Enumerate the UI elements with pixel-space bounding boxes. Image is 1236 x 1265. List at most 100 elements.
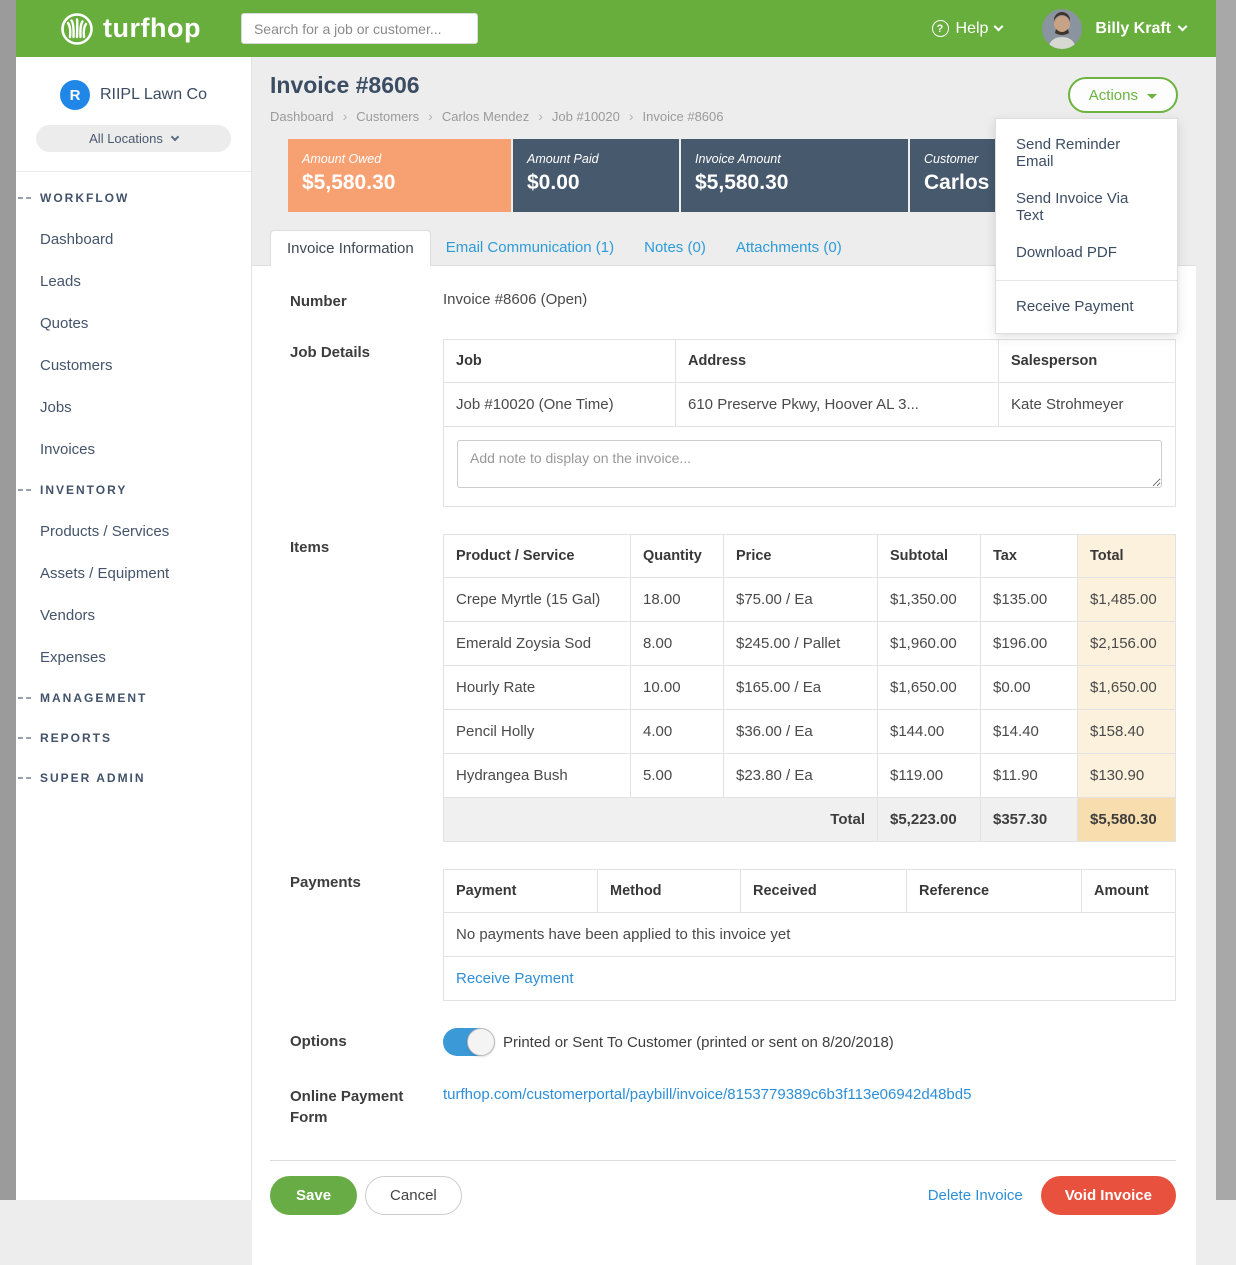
company-header: R RIIPL Lawn Co bbox=[16, 57, 251, 110]
table-cell: $1,650.00 bbox=[878, 666, 981, 710]
table-cell: Kate Strohmeyer bbox=[999, 383, 1176, 427]
column-header-tax: Tax bbox=[981, 535, 1078, 578]
nav-section-reports: REPORTS bbox=[16, 718, 251, 758]
payments-table: PaymentMethodReceivedReferenceAmountNo p… bbox=[443, 869, 1176, 1001]
help-question-icon bbox=[932, 20, 949, 37]
invoice-note-input[interactable] bbox=[457, 440, 1162, 488]
receive-payment-link[interactable]: Receive Payment bbox=[456, 970, 574, 987]
tab-email-communication-1[interactable]: Email Communication (1) bbox=[431, 230, 629, 265]
invoice-note-container bbox=[443, 427, 1176, 507]
sidebar-item-dashboard[interactable]: Dashboard bbox=[40, 218, 251, 260]
sidebar-section-inventory[interactable]: INVENTORY bbox=[16, 470, 251, 510]
payments-empty-message: No payments have been applied to this in… bbox=[444, 913, 1176, 957]
chevron-down-icon bbox=[1178, 22, 1188, 32]
table-cell: Crepe Myrtle (15 Gal) bbox=[444, 578, 631, 622]
table-cell: $11.90 bbox=[981, 754, 1078, 798]
sidebar-section-super-admin[interactable]: SUPER ADMIN bbox=[16, 758, 251, 798]
breadcrumb-item-carlos-mendez[interactable]: Carlos Mendez bbox=[442, 109, 529, 124]
action-send-reminder-email[interactable]: Send Reminder Email bbox=[996, 126, 1177, 180]
chevron-right-icon bbox=[428, 108, 433, 124]
table-header-row: PaymentMethodReceivedReferenceAmount bbox=[444, 870, 1176, 913]
table-row: Hourly Rate10.00$165.00 / Ea$1,650.00$0.… bbox=[444, 666, 1176, 710]
table-cell: $23.80 / Ea bbox=[724, 754, 878, 798]
table-header-row: JobAddressSalesperson bbox=[444, 340, 1176, 383]
chevron-right-icon bbox=[538, 108, 543, 124]
payments-action-row: Receive Payment bbox=[444, 957, 1176, 1001]
cancel-button[interactable]: Cancel bbox=[365, 1176, 462, 1215]
action-receive-payment[interactable]: Receive Payment bbox=[996, 280, 1177, 325]
table-row: Emerald Zoysia Sod8.00$245.00 / Pallet$1… bbox=[444, 622, 1176, 666]
sidebar-item-expenses[interactable]: Expenses bbox=[40, 636, 251, 678]
sidebar-item-products-services[interactable]: Products / Services bbox=[40, 510, 251, 552]
table-cell: $14.40 bbox=[981, 710, 1078, 754]
card-value: $5,580.30 bbox=[695, 171, 894, 195]
action-download-pdf[interactable]: Download PDF bbox=[996, 234, 1177, 271]
top-header-bar: turfhop Help Billy Kraft bbox=[16, 0, 1216, 57]
sidebar-item-vendors[interactable]: Vendors bbox=[40, 594, 251, 636]
table-cell: $130.90 bbox=[1078, 754, 1176, 798]
summary-card-amount-owed: Amount Owed$5,580.30 bbox=[288, 139, 511, 212]
location-filter-dropdown[interactable]: All Locations bbox=[36, 125, 231, 152]
table-cell: Emerald Zoysia Sod bbox=[444, 622, 631, 666]
brand-logo[interactable]: turfhop bbox=[60, 12, 201, 46]
sidebar-item-customers[interactable]: Customers bbox=[40, 344, 251, 386]
table-cell: $245.00 / Pallet bbox=[724, 622, 878, 666]
nav-section-super-admin: SUPER ADMIN bbox=[16, 758, 251, 798]
nav-section-label: SUPER ADMIN bbox=[40, 771, 146, 785]
breadcrumb-item-invoice-8606[interactable]: Invoice #8606 bbox=[643, 109, 724, 124]
payments-row: Payments PaymentMethodReceivedReferenceA… bbox=[270, 869, 1176, 1001]
scrollbar[interactable] bbox=[1216, 0, 1236, 1200]
breadcrumb-item-job-10020[interactable]: Job #10020 bbox=[552, 109, 620, 124]
sidebar-item-invoices[interactable]: Invoices bbox=[40, 428, 251, 470]
turfhop-grass-icon bbox=[60, 12, 94, 46]
table-cell: $158.40 bbox=[1078, 710, 1176, 754]
payments-table-container: PaymentMethodReceivedReferenceAmountNo p… bbox=[443, 869, 1176, 1001]
user-avatar[interactable] bbox=[1042, 9, 1082, 49]
table-cell: Hydrangea Bush bbox=[444, 754, 631, 798]
invoice-number-value: Invoice #8606 (Open) bbox=[443, 291, 587, 308]
action-send-invoice-via-text[interactable]: Send Invoice Via Text bbox=[996, 180, 1177, 234]
table-row: Job #10020 (One Time)610 Preserve Pkwy, … bbox=[444, 383, 1176, 427]
sidebar-item-assets-equipment[interactable]: Assets / Equipment bbox=[40, 552, 251, 594]
save-button[interactable]: Save bbox=[270, 1176, 357, 1215]
void-invoice-button[interactable]: Void Invoice bbox=[1041, 1176, 1176, 1215]
sidebar-item-jobs[interactable]: Jobs bbox=[40, 386, 251, 428]
tab-notes-0[interactable]: Notes (0) bbox=[629, 230, 721, 265]
items-table-container: Product / ServiceQuantityPriceSubtotalTa… bbox=[443, 534, 1176, 842]
tab-invoice-information[interactable]: Invoice Information bbox=[270, 230, 431, 266]
column-header-payment: Payment bbox=[444, 870, 598, 913]
tab-attachments-0[interactable]: Attachments (0) bbox=[721, 230, 857, 265]
nav-section-management: MANAGEMENT bbox=[16, 678, 251, 718]
actions-button-label: Actions bbox=[1089, 87, 1138, 104]
table-cell: $119.00 bbox=[878, 754, 981, 798]
column-header-subtotal: Subtotal bbox=[878, 535, 981, 578]
help-menu[interactable]: Help bbox=[932, 20, 1003, 38]
window-left-gutter bbox=[0, 0, 16, 1200]
breadcrumb-item-customers[interactable]: Customers bbox=[356, 109, 419, 124]
column-header-received: Received bbox=[741, 870, 907, 913]
items-grand-total-value: $5,580.30 bbox=[1078, 798, 1176, 842]
user-menu[interactable]: Billy Kraft bbox=[1095, 20, 1186, 38]
online-payment-link[interactable]: turfhop.com/customerportal/paybill/invoi… bbox=[443, 1083, 971, 1103]
sidebar-section-reports[interactable]: REPORTS bbox=[16, 718, 251, 758]
online-payment-label: Online Payment Form bbox=[270, 1083, 443, 1128]
payments-empty-row: No payments have been applied to this in… bbox=[444, 913, 1176, 957]
breadcrumb-item-dashboard[interactable]: Dashboard bbox=[270, 109, 334, 124]
nav-section-label: WORKFLOW bbox=[40, 191, 129, 205]
location-filter-label: All Locations bbox=[89, 131, 163, 146]
delete-invoice-link[interactable]: Delete Invoice bbox=[928, 1187, 1023, 1204]
sidebar-section-management[interactable]: MANAGEMENT bbox=[16, 678, 251, 718]
online-payment-row: Online Payment Form turfhop.com/customer… bbox=[270, 1083, 1176, 1128]
sidebar-item-quotes[interactable]: Quotes bbox=[40, 302, 251, 344]
main-content: Invoice #8606 Dashboard Customers Carlos M… bbox=[252, 57, 1196, 1200]
sidebar-item-leads[interactable]: Leads bbox=[40, 260, 251, 302]
sidebar-section-workflow[interactable]: WORKFLOW bbox=[16, 178, 251, 218]
card-value: $5,580.30 bbox=[302, 171, 497, 195]
actions-button[interactable]: Actions bbox=[1068, 77, 1178, 113]
chevron-right-icon bbox=[629, 108, 634, 124]
number-label: Number bbox=[270, 288, 443, 312]
avatar-photo bbox=[1042, 9, 1082, 49]
section-dash-icon bbox=[18, 737, 31, 739]
search-input[interactable] bbox=[241, 13, 478, 44]
printed-sent-toggle[interactable] bbox=[443, 1028, 493, 1056]
